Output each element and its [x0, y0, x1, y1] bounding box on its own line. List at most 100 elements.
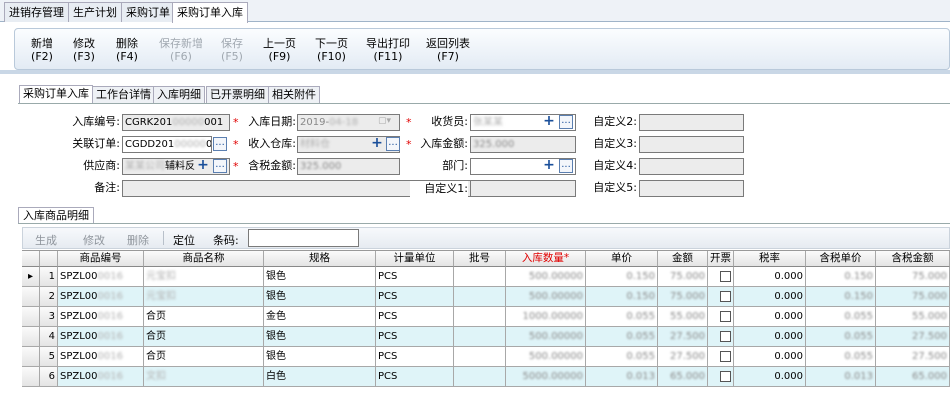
- invoice-checkbox[interactable]: [720, 311, 731, 322]
- column-header[interactable]: 商品编号: [58, 251, 144, 267]
- invoice-checkbox-cell[interactable]: [708, 307, 734, 327]
- browse-icon[interactable]: ...: [386, 137, 400, 151]
- cell-batch[interactable]: [454, 267, 506, 287]
- cell-name[interactable]: 合页: [144, 327, 264, 347]
- invoice-checkbox-cell[interactable]: [708, 287, 734, 307]
- tab-inventory[interactable]: 进销存管理: [4, 2, 69, 22]
- invoice-checkbox[interactable]: [720, 351, 731, 362]
- tab-purchase-inbound[interactable]: 采购订单入库: [172, 2, 248, 23]
- cell-price[interactable]: 0.055: [586, 327, 658, 347]
- cell-code[interactable]: SPZL000016: [58, 347, 144, 367]
- browse-icon[interactable]: ...: [213, 159, 227, 173]
- cell-spec[interactable]: 银色: [264, 327, 376, 347]
- cell-unit[interactable]: PCS: [376, 307, 454, 327]
- cell-spec[interactable]: 金色: [264, 307, 376, 327]
- cell-qty[interactable]: 1000.00000: [506, 307, 586, 327]
- column-header[interactable]: 含税单价: [806, 251, 876, 267]
- cell-amount[interactable]: 27.500: [658, 327, 708, 347]
- cell-name[interactable]: 合页: [144, 307, 264, 327]
- custom2-field[interactable]: [639, 114, 744, 131]
- cell-code[interactable]: SPZL000016: [58, 307, 144, 327]
- cell-tax[interactable]: 0.000: [734, 367, 806, 387]
- cell-batch[interactable]: [454, 307, 506, 327]
- cell-tamount[interactable]: 55.000: [876, 307, 950, 327]
- cell-name[interactable]: 合页: [144, 347, 264, 367]
- warehouse-field[interactable]: 材料仓: [297, 136, 400, 153]
- invoice-checkbox-cell[interactable]: [708, 267, 734, 287]
- cell-amount[interactable]: 55.000: [658, 307, 708, 327]
- cell-amount[interactable]: 65.000: [658, 367, 708, 387]
- add-icon[interactable]: +: [542, 114, 556, 129]
- custom3-field[interactable]: [639, 136, 744, 153]
- cell-name[interactable]: 元宝扣: [144, 287, 264, 307]
- column-header[interactable]: 含税金额: [876, 251, 950, 267]
- cell-qty[interactable]: 500.00000: [506, 327, 586, 347]
- subtab-workbench[interactable]: 工作台详情: [92, 86, 155, 103]
- column-header[interactable]: 商品名称: [144, 251, 264, 267]
- column-header[interactable]: 金额: [658, 251, 708, 267]
- cell-code[interactable]: SPZL000016: [58, 367, 144, 387]
- cell-price[interactable]: 0.055: [586, 307, 658, 327]
- detail-delete-button[interactable]: 删除: [127, 232, 149, 248]
- cell-tax[interactable]: 0.000: [734, 307, 806, 327]
- cell-tamount[interactable]: 75.000: [876, 267, 950, 287]
- add-button[interactable]: 新增 (F2): [31, 37, 53, 63]
- linked-order-field[interactable]: CGDD20100000009: [122, 136, 212, 153]
- add-icon[interactable]: +: [542, 158, 556, 173]
- save-add-button[interactable]: 保存新增 (F6): [159, 37, 203, 63]
- cell-price[interactable]: 0.150: [586, 267, 658, 287]
- cell-tamount[interactable]: 27.500: [876, 347, 950, 367]
- cell-tprice[interactable]: 0.150: [806, 267, 876, 287]
- cell-tax[interactable]: 0.000: [734, 327, 806, 347]
- invoice-checkbox[interactable]: [720, 291, 731, 302]
- row-selector[interactable]: [22, 307, 40, 327]
- current-row-indicator[interactable]: ▸: [22, 267, 40, 287]
- add-icon[interactable]: +: [196, 158, 210, 173]
- subtab-inbound[interactable]: 采购订单入库: [19, 85, 93, 103]
- column-header[interactable]: 计量单位: [376, 251, 454, 267]
- edit-button[interactable]: 修改 (F3): [73, 37, 95, 63]
- cell-batch[interactable]: [454, 327, 506, 347]
- inbound-no-field[interactable]: CGRK20100000001: [122, 114, 230, 131]
- cell-price[interactable]: 0.055: [586, 347, 658, 367]
- cell-code[interactable]: SPZL000016: [58, 267, 144, 287]
- tab-production-plan[interactable]: 生产计划: [68, 2, 122, 22]
- detail-edit-button[interactable]: 修改: [83, 232, 105, 248]
- cell-tprice[interactable]: 0.055: [806, 347, 876, 367]
- cell-tax[interactable]: 0.000: [734, 347, 806, 367]
- cell-unit[interactable]: PCS: [376, 327, 454, 347]
- row-selector[interactable]: [22, 347, 40, 367]
- subtab-attachments[interactable]: 相关附件: [268, 86, 320, 103]
- generate-button[interactable]: 生成: [35, 232, 57, 248]
- cell-spec[interactable]: 银色: [264, 287, 376, 307]
- cell-qty[interactable]: 500.00000: [506, 347, 586, 367]
- column-header[interactable]: 入库数量*: [506, 251, 586, 267]
- cell-batch[interactable]: [454, 367, 506, 387]
- invoice-checkbox[interactable]: [720, 331, 731, 342]
- add-icon[interactable]: +: [370, 136, 384, 151]
- cell-tax[interactable]: 0.000: [734, 267, 806, 287]
- cell-tprice[interactable]: 0.055: [806, 307, 876, 327]
- cell-spec[interactable]: 银色: [264, 347, 376, 367]
- cell-price[interactable]: 0.150: [586, 287, 658, 307]
- cell-unit[interactable]: PCS: [376, 367, 454, 387]
- cell-tprice[interactable]: 0.150: [806, 287, 876, 307]
- cell-name[interactable]: 元宝扣: [144, 267, 264, 287]
- invoice-checkbox-cell[interactable]: [708, 367, 734, 387]
- tab-purchase-order[interactable]: 采购订单: [121, 2, 175, 22]
- column-header[interactable]: 单价: [586, 251, 658, 267]
- row-selector[interactable]: [22, 327, 40, 347]
- prev-page-button[interactable]: 上一页 (F9): [263, 37, 296, 63]
- cell-qty[interactable]: 5000.00000: [506, 367, 586, 387]
- back-to-list-button[interactable]: 返回列表 (F7): [426, 37, 470, 63]
- cell-qty[interactable]: 500.00000: [506, 267, 586, 287]
- cell-tprice[interactable]: 0.013: [806, 367, 876, 387]
- cell-spec[interactable]: 白色: [264, 367, 376, 387]
- cell-batch[interactable]: [454, 347, 506, 367]
- column-header[interactable]: 开票: [708, 251, 734, 267]
- subtab-inbound-detail[interactable]: 入库明细: [153, 86, 205, 103]
- cell-amount[interactable]: 75.000: [658, 267, 708, 287]
- cell-price[interactable]: 0.013: [586, 367, 658, 387]
- cell-qty[interactable]: 500.00000: [506, 287, 586, 307]
- invoice-checkbox-cell[interactable]: [708, 327, 734, 347]
